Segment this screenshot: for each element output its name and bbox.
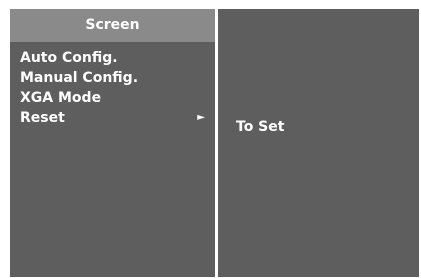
menu-item-reset[interactable]: Reset ► — [10, 108, 215, 128]
menu-item-label: Reset — [20, 110, 65, 126]
menu-item-auto-config[interactable]: Auto Config. — [10, 48, 215, 68]
osd-menu: Screen Auto Config. Manual Config. XGA M… — [10, 9, 419, 278]
menu-item-manual-config[interactable]: Manual Config. — [10, 68, 215, 88]
submenu-arrow-icon: ► — [197, 112, 205, 123]
menu-item-label: XGA Mode — [20, 90, 102, 106]
submenu-panel: To Set — [218, 9, 419, 277]
submenu-option-to-set[interactable]: To Set — [236, 117, 284, 137]
menu-title: Screen — [10, 9, 215, 42]
menu-item-label: Auto Config. — [20, 50, 118, 66]
menu-item-label: Manual Config. — [20, 70, 139, 86]
menu-list: Auto Config. Manual Config. XGA Mode Res… — [10, 48, 215, 128]
main-menu-panel: Screen Auto Config. Manual Config. XGA M… — [10, 9, 215, 277]
menu-item-xga-mode[interactable]: XGA Mode — [10, 88, 215, 108]
